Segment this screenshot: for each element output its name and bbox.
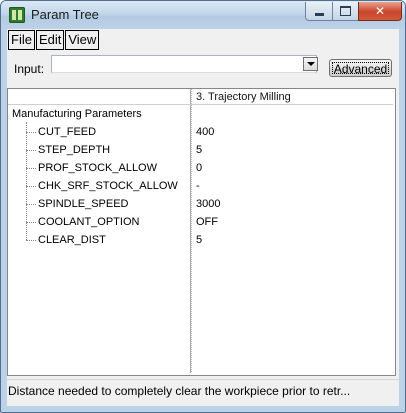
param-name: CHK_SRF_STOCK_ALLOW	[38, 180, 178, 192]
minimize-icon	[314, 12, 324, 16]
tree-branch-line	[26, 222, 36, 223]
close-button[interactable]: ✕	[358, 2, 402, 21]
tree-branch-line	[26, 186, 36, 187]
title-bar[interactable]: Param Tree ✕	[1, 1, 405, 29]
menu-view[interactable]: View	[65, 30, 100, 50]
minimize-button[interactable]	[305, 2, 333, 21]
menu-file[interactable]: File	[8, 30, 35, 50]
tree-row[interactable]: CHK_SRF_STOCK_ALLOW -	[8, 178, 393, 196]
input-dropdown-button[interactable]	[303, 57, 318, 71]
tree-row[interactable]: COOLANT_OPTION OFF	[8, 214, 393, 232]
tree-row[interactable]: CLEAR_DIST 5	[8, 232, 393, 250]
param-tree[interactable]: 3. Trajectory Milling Manufacturing Para…	[7, 88, 396, 376]
close-icon: ✕	[374, 4, 386, 18]
client-area: File Edit View Input: Advanced 3. Trajec…	[7, 29, 399, 406]
param-name: STEP_DEPTH	[38, 144, 111, 156]
param-name: COOLANT_OPTION	[38, 216, 140, 228]
tree-row[interactable]: CUT_FEED 400	[8, 124, 393, 142]
maximize-button[interactable]	[332, 2, 359, 21]
tree-branch-line	[26, 168, 36, 169]
window-title: Param Tree	[31, 7, 99, 22]
tree-branch-line	[26, 204, 36, 205]
param-value[interactable]: 5	[196, 144, 202, 156]
tree-row[interactable]: STEP_DEPTH 5	[8, 142, 393, 160]
param-name: CUT_FEED	[38, 126, 97, 138]
tree-row[interactable]: SPINDLE_SPEED 3000	[8, 196, 393, 214]
param-value[interactable]: 3000	[196, 198, 220, 210]
input-field[interactable]	[51, 55, 317, 73]
param-value[interactable]: 5	[196, 234, 202, 246]
param-name: SPINDLE_SPEED	[38, 198, 129, 210]
advanced-button[interactable]: Advanced	[329, 59, 392, 77]
tree-branch-line	[26, 150, 36, 151]
param-name: CLEAR_DIST	[38, 234, 106, 246]
tree-branch-line	[26, 240, 36, 241]
tree-root-node[interactable]: Manufacturing Parameters	[12, 108, 142, 120]
menu-bar: File Edit View	[8, 30, 100, 50]
menu-edit[interactable]: Edit	[35, 30, 65, 50]
param-value[interactable]: 0	[196, 162, 202, 174]
input-label: Input:	[14, 62, 45, 76]
param-value[interactable]: 400	[196, 126, 214, 138]
status-bar: Distance needed to completely clear the …	[7, 379, 399, 404]
param-tree-window: Param Tree ✕ File Edit View Input: Advan…	[0, 0, 406, 413]
chevron-down-icon	[306, 62, 315, 66]
column-header[interactable]: 3. Trajectory Milling	[196, 91, 291, 103]
app-icon	[9, 7, 25, 23]
header-separator	[8, 104, 393, 105]
advanced-button-label: Advanced	[332, 62, 389, 76]
tree-row[interactable]: PROF_STOCK_ALLOW 0	[8, 160, 393, 178]
status-text: Distance needed to completely clear the …	[8, 384, 351, 398]
maximize-icon	[340, 6, 351, 16]
param-value[interactable]: -	[196, 180, 200, 192]
param-value[interactable]: OFF	[196, 216, 218, 228]
tree-branch-line	[26, 132, 36, 133]
param-name: PROF_STOCK_ALLOW	[38, 162, 157, 174]
